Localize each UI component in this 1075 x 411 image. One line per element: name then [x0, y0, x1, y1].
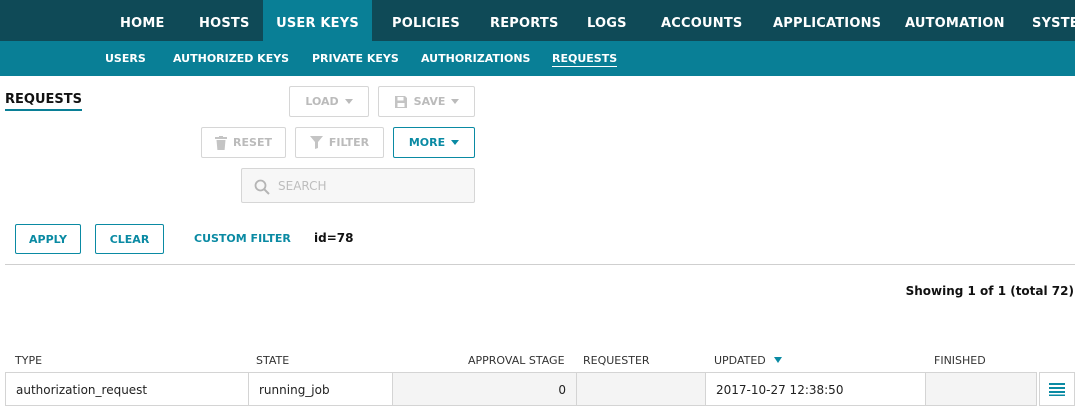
custom-filter-link[interactable]: CUSTOM FILTER	[194, 232, 291, 245]
apply-label: APPLY	[29, 232, 67, 246]
results-count: Showing 1 of 1 (total 72)	[905, 284, 1074, 298]
cell-state: running_job	[248, 372, 393, 406]
nav-automation[interactable]: AUTOMATION	[905, 0, 1005, 41]
nav-accounts[interactable]: ACCOUNTS	[661, 0, 742, 41]
column-header-updated-label: UPDATED	[714, 354, 766, 367]
cell-type-text: authorization_request	[16, 383, 148, 397]
cell-updated-text: 2017-10-27 12:38:50	[716, 383, 844, 397]
clear-label: CLEAR	[109, 232, 150, 246]
column-header-requester[interactable]: REQUESTER	[583, 354, 650, 367]
apply-button[interactable]: APPLY	[15, 224, 81, 254]
chevron-down-icon	[344, 99, 353, 104]
subnav-authorized-keys[interactable]: AUTHORIZED KEYS	[173, 52, 289, 65]
column-header-state[interactable]: STATE	[256, 354, 289, 367]
top-navigation: HOME HOSTS USER KEYS POLICIES REPORTS LO…	[0, 0, 1075, 41]
cell-requester	[576, 372, 706, 406]
cell-state-text: running_job	[259, 383, 330, 397]
chevron-down-icon	[451, 99, 460, 104]
page-title: REQUESTS	[5, 92, 82, 111]
clear-button[interactable]: CLEAR	[95, 224, 164, 254]
column-header-approval-stage[interactable]: APPROVAL STAGE	[468, 354, 565, 367]
cell-finished	[925, 372, 1037, 406]
subnav-requests[interactable]: REQUESTS	[552, 52, 618, 67]
column-header-type[interactable]: TYPE	[15, 354, 42, 367]
sub-navigation: USERS AUTHORIZED KEYS PRIVATE KEYS AUTHO…	[0, 41, 1075, 76]
search-input[interactable]	[278, 177, 463, 195]
subnav-private-keys[interactable]: PRIVATE KEYS	[312, 52, 399, 65]
nav-reports[interactable]: REPORTS	[490, 0, 559, 41]
filter-label: FILTER	[328, 136, 370, 149]
sort-descending-icon	[773, 357, 782, 363]
more-label: MORE	[408, 136, 446, 149]
nav-system[interactable]: SYSTEM	[1032, 0, 1075, 41]
cell-approval-stage: 0	[392, 372, 577, 406]
list-menu-icon	[1049, 383, 1065, 396]
table-row[interactable]: authorization_request running_job 0 2017…	[5, 372, 1075, 408]
cell-updated: 2017-10-27 12:38:50	[705, 372, 926, 406]
save-button[interactable]: SAVE	[378, 86, 475, 117]
nav-applications[interactable]: APPLICATIONS	[773, 0, 881, 41]
nav-policies[interactable]: POLICIES	[392, 0, 460, 41]
row-menu-button[interactable]	[1039, 372, 1075, 406]
save-label: SAVE	[413, 95, 446, 108]
divider	[5, 264, 1075, 265]
reset-label: RESET	[233, 136, 272, 149]
nav-user-keys[interactable]: USER KEYS	[263, 0, 372, 41]
trash-icon	[215, 135, 228, 150]
load-label: LOAD	[305, 95, 339, 108]
nav-home[interactable]: HOME	[120, 0, 165, 41]
search-icon	[254, 179, 270, 195]
reset-button[interactable]: RESET	[201, 127, 286, 158]
column-header-updated[interactable]: UPDATED	[714, 354, 782, 367]
subnav-authorizations[interactable]: AUTHORIZATIONS	[421, 52, 530, 65]
subnav-users[interactable]: USERS	[105, 52, 146, 65]
nav-hosts[interactable]: HOSTS	[199, 0, 250, 41]
column-header-finished[interactable]: FINISHED	[934, 354, 986, 367]
cell-type: authorization_request	[5, 372, 249, 406]
search-box	[241, 168, 475, 203]
filter-button[interactable]: FILTER	[295, 127, 384, 158]
filter-expression: id=78	[314, 231, 354, 245]
funnel-icon	[309, 136, 323, 149]
nav-logs[interactable]: LOGS	[587, 0, 627, 41]
chevron-down-icon	[451, 140, 460, 145]
save-icon	[394, 95, 407, 108]
more-button[interactable]: MORE	[393, 127, 475, 158]
load-button[interactable]: LOAD	[289, 86, 369, 117]
